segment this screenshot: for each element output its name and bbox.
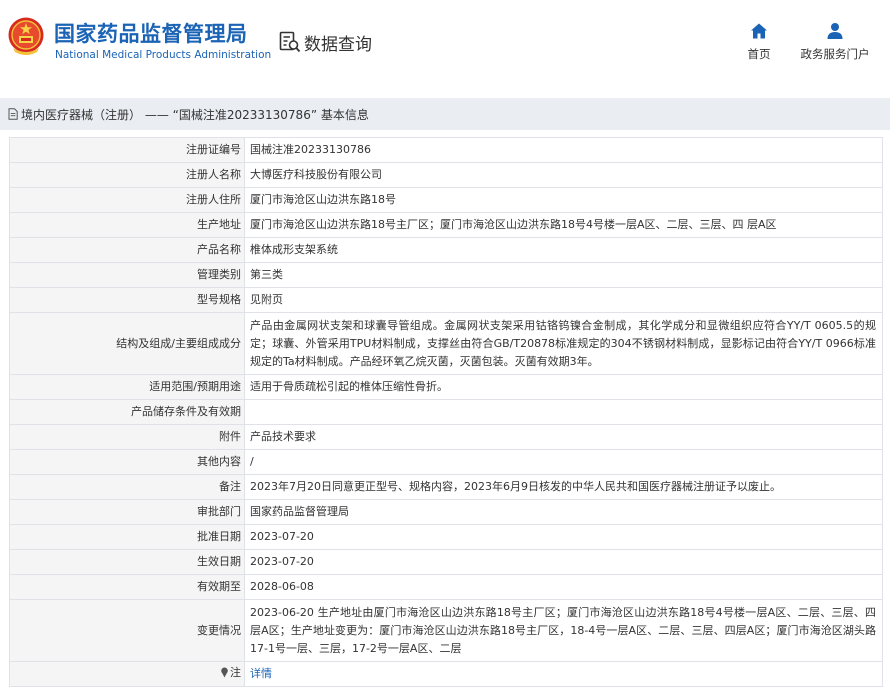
detail-value: / xyxy=(244,449,883,475)
detail-key: 生产地址 xyxy=(9,212,245,238)
document-icon xyxy=(8,108,18,120)
detail-key: 结构及组成/主要组成成分 xyxy=(9,312,245,375)
search-document-icon xyxy=(279,31,301,53)
nav-home-label: 首页 xyxy=(747,47,771,61)
detail-value xyxy=(244,399,883,425)
detail-value: 厦门市海沧区山边洪东路18号 xyxy=(244,187,883,213)
detail-key: 其他内容 xyxy=(9,449,245,475)
data-query-label: 数据查询 xyxy=(304,34,372,55)
detail-key: 适用范围/预期用途 xyxy=(9,374,245,400)
breadcrumb-text: 境内医疗器械（注册） —— “国械注准20233130786” 基本信息 xyxy=(21,107,369,122)
detail-key: 有效期至 xyxy=(9,574,245,600)
detail-row-registration-no: 注册证编号 国械注准20233130786 xyxy=(9,137,883,163)
detail-row-production-address: 生产地址 厦门市海沧区山边洪东路18号主厂区；厦门市海沧区山边洪东路18号4号楼一… xyxy=(9,212,883,238)
detail-row-remark: 备注 2023年7月20日同意更正型号、规格内容，2023年6月9日核发的中华人民… xyxy=(9,474,883,500)
detail-key: 批准日期 xyxy=(9,524,245,550)
detail-row-expiry-date: 有效期至 2028-06-08 xyxy=(9,574,883,600)
detail-key: 注册人名称 xyxy=(9,162,245,188)
detail-value: 2023年7月20日同意更正型号、规格内容，2023年6月9日核发的中华人民共和… xyxy=(244,474,883,500)
detail-key: 生效日期 xyxy=(9,549,245,575)
nav-service-portal[interactable]: 政务服务门户 xyxy=(796,22,874,62)
detail-row-note: 注 详情 xyxy=(9,661,883,687)
detail-value: 2023-07-20 xyxy=(244,524,883,550)
detail-row-composition: 结构及组成/主要组成成分 产品由金属网状支架和球囊导管组成。金属网状支架采用钴铬钨… xyxy=(9,312,883,375)
home-icon xyxy=(751,23,767,39)
brand-title-en: National Medical Products Administration xyxy=(55,49,272,61)
detail-value: 适用于骨质疏松引起的椎体压缩性骨折。 xyxy=(244,374,883,400)
detail-row-model-spec: 型号规格 见附页 xyxy=(9,287,883,313)
detail-value: 产品技术要求 xyxy=(244,424,883,450)
detail-row-attachment: 附件 产品技术要求 xyxy=(9,424,883,450)
detail-row-approval-date: 批准日期 2023-07-20 xyxy=(9,524,883,550)
site-header: 国家药品监督管理局 National Medical Products Admi… xyxy=(0,0,890,86)
note-key-label: 注 xyxy=(230,665,241,679)
brand-title-cn: 国家药品监督管理局 xyxy=(54,22,248,46)
detail-key: 注册证编号 xyxy=(9,137,245,163)
detail-value: 厦门市海沧区山边洪东路18号主厂区；厦门市海沧区山边洪东路18号4号楼一层A区、… xyxy=(244,212,883,238)
detail-row-effective-date: 生效日期 2023-07-20 xyxy=(9,549,883,575)
detail-row-product-name: 产品名称 椎体成形支架系统 xyxy=(9,237,883,263)
detail-value: 2023-07-20 xyxy=(244,549,883,575)
detail-key: 审批部门 xyxy=(9,499,245,525)
detail-row-approval-dept: 审批部门 国家药品监督管理局 xyxy=(9,499,883,525)
detail-row-change-history: 变更情况 2023-06-20 生产地址由厦门市海沧区山边洪东路18号主厂区；厦门… xyxy=(9,599,883,662)
national-emblem-icon xyxy=(8,17,44,55)
pin-icon xyxy=(221,667,228,678)
detail-key: 产品名称 xyxy=(9,237,245,263)
data-query-link[interactable]: 数据查询 xyxy=(279,28,372,56)
nav-service-portal-label: 政务服务门户 xyxy=(800,47,870,61)
detail-row-other: 其他内容 / xyxy=(9,449,883,475)
detail-row-registrant-address: 注册人住所 厦门市海沧区山边洪东路18号 xyxy=(9,187,883,213)
detail-value: 2028-06-08 xyxy=(244,574,883,600)
details-link[interactable]: 详情 xyxy=(250,667,272,680)
detail-value: 产品由金属网状支架和球囊导管组成。金属网状支架采用钴铬钨镍合金制成，其化学成分和… xyxy=(244,312,883,375)
detail-value: 见附页 xyxy=(244,287,883,313)
note-key: 注 xyxy=(220,664,241,682)
detail-key: 变更情况 xyxy=(9,599,245,662)
detail-value: 详情 xyxy=(244,661,883,687)
detail-value: 国械注准20233130786 xyxy=(244,137,883,163)
detail-key: 备注 xyxy=(9,474,245,500)
detail-row-registrant-name: 注册人名称 大博医疗科技股份有限公司 xyxy=(9,162,883,188)
nav-home[interactable]: 首页 xyxy=(736,22,782,62)
detail-key: 注册人住所 xyxy=(9,187,245,213)
breadcrumb: 境内医疗器械（注册） —— “国械注准20233130786” 基本信息 xyxy=(0,98,890,130)
detail-key: 附件 xyxy=(9,424,245,450)
detail-key: 型号规格 xyxy=(9,287,245,313)
detail-key: 管理类别 xyxy=(9,262,245,288)
detail-value: 2023-06-20 生产地址由厦门市海沧区山边洪东路18号主厂区；厦门市海沧区… xyxy=(244,599,883,662)
detail-value: 大博医疗科技股份有限公司 xyxy=(244,162,883,188)
detail-value: 国家药品监督管理局 xyxy=(244,499,883,525)
detail-row-intended-use: 适用范围/预期用途 适用于骨质疏松引起的椎体压缩性骨折。 xyxy=(9,374,883,400)
detail-key: 注 xyxy=(9,661,245,687)
registration-detail-table: 注册证编号 国械注准20233130786 注册人名称 大博医疗科技股份有限公司 注… xyxy=(9,137,883,687)
detail-row-category: 管理类别 第三类 xyxy=(9,262,883,288)
detail-value: 椎体成形支架系统 xyxy=(244,237,883,263)
detail-key: 产品储存条件及有效期 xyxy=(9,399,245,425)
detail-value: 第三类 xyxy=(244,262,883,288)
user-icon xyxy=(827,23,843,39)
detail-row-storage: 产品储存条件及有效期 xyxy=(9,399,883,425)
